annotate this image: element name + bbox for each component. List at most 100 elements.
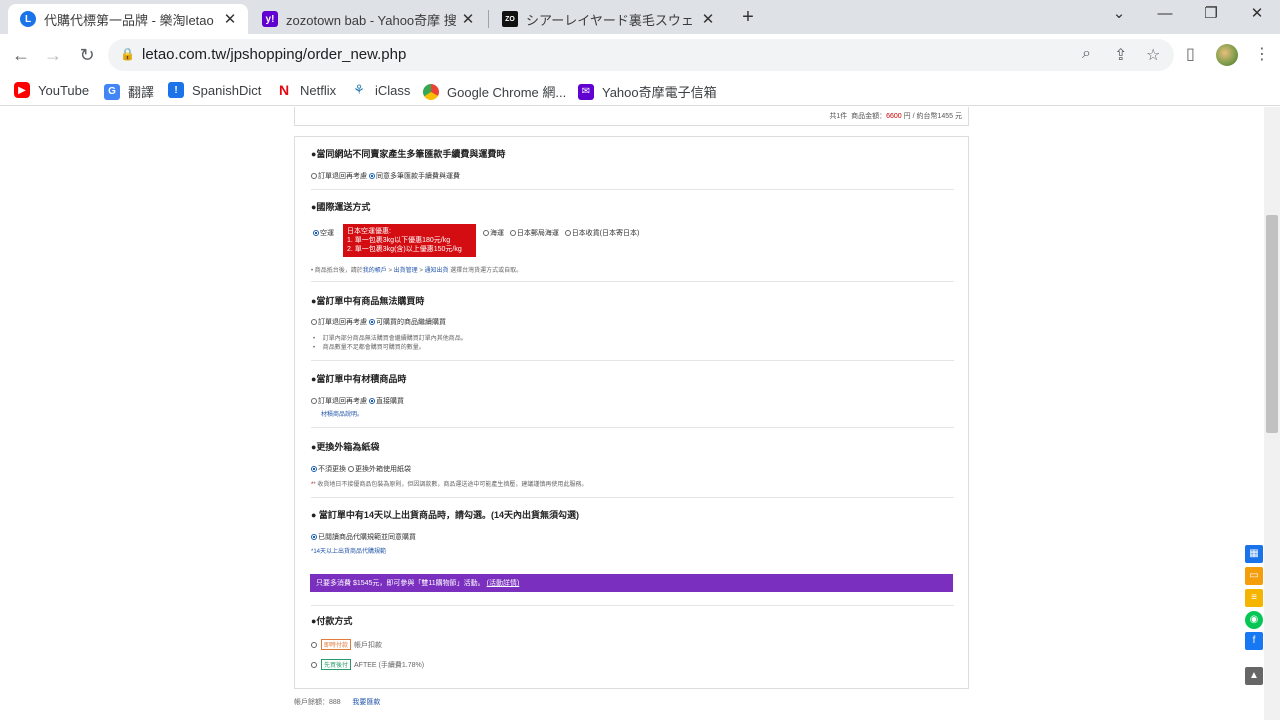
- zoom-icon[interactable]: ⌕: [1082, 45, 1091, 63]
- scroll-top-icon[interactable]: ▲: [1245, 667, 1263, 685]
- shipment-management-link[interactable]: 出貨管理: [394, 268, 418, 274]
- box-radio-bag[interactable]: [347, 466, 354, 473]
- close-window-button[interactable]: ✕: [1234, 0, 1280, 30]
- remit-link[interactable]: 我要匯款: [352, 699, 380, 706]
- line-icon[interactable]: ◉: [1245, 611, 1263, 629]
- bookmark-translate[interactable]: G 翻譯: [104, 82, 154, 101]
- gift-icon[interactable]: ▦: [1245, 545, 1263, 563]
- bulky-info-link[interactable]: 材積商品說明。: [321, 412, 363, 418]
- shipping-radio-sea[interactable]: [483, 230, 489, 237]
- remit-options: 訂單退回再考慮 同意多筆匯款手續費與運費: [311, 171, 460, 181]
- payment-option-aftee[interactable]: 先買後付 AFTEE (手續費1.78%): [311, 659, 424, 670]
- star-icon[interactable]: ☆: [1146, 45, 1160, 65]
- scrollbar[interactable]: [1264, 107, 1280, 720]
- forward-icon[interactable]: →: [40, 42, 66, 68]
- late-policy-link[interactable]: *14天以上出貨商品代購規範: [311, 549, 386, 555]
- shipping-radio-air[interactable]: [313, 230, 319, 237]
- tab-zozo[interactable]: ZO シアーレイヤード裏毛スウェッ ✕: [490, 4, 726, 34]
- minimize-button[interactable]: —: [1142, 0, 1188, 30]
- avatar[interactable]: [1216, 44, 1238, 66]
- shipping-section-title: ●國際運送方式: [311, 202, 371, 212]
- unavailable-radio-continue[interactable]: [368, 319, 375, 326]
- youtube-icon: ▶: [14, 82, 30, 98]
- divider: [311, 427, 954, 428]
- menu-icon[interactable]: ⋮: [1254, 44, 1270, 64]
- close-icon[interactable]: ✕: [696, 10, 720, 28]
- payment-section-title: ●付款方式: [311, 616, 353, 626]
- close-icon[interactable]: ✕: [218, 10, 242, 28]
- lock-icon: 🔒: [120, 47, 135, 61]
- shipping-air-option[interactable]: 空運: [313, 228, 334, 238]
- tab-search-icon[interactable]: ⌄: [1096, 0, 1142, 30]
- instant-pay-badge: 即時付款: [321, 639, 352, 650]
- unavailable-note-2: • 商品數量不足都會購買可購買的數量。: [313, 345, 425, 351]
- divider: [311, 497, 954, 498]
- spanishdict-icon: !: [168, 82, 184, 98]
- late-checkbox-agree[interactable]: [311, 534, 317, 541]
- bookmark-yahoo-mail[interactable]: ✉ Yahoo奇摩電子信箱: [578, 82, 717, 101]
- order-options-panel: ●當同網站不同賣家產生多筆匯款手續費與運費時 訂單退回再考慮 同意多筆匯款手續費…: [294, 136, 969, 689]
- remit-radio-agree[interactable]: [368, 173, 375, 180]
- remit-section-title: ●當同網站不同賣家產生多筆匯款手續費與運費時: [311, 149, 506, 159]
- bulky-radio-return[interactable]: [311, 398, 317, 405]
- order-summary: 共1件 商品金額：6600 円 / 約台幣1455 元: [294, 107, 969, 126]
- box-radio-keep[interactable]: [311, 466, 317, 473]
- late-options: 已閱讀商品代購規範並同意購買: [311, 532, 416, 542]
- my-account-link[interactable]: 我的帳戶: [363, 268, 387, 274]
- restore-button[interactable]: ❐: [1188, 0, 1234, 30]
- sidepanel-icon[interactable]: ▯: [1186, 44, 1195, 64]
- letao-icon: L: [20, 11, 36, 27]
- bookmark-spanishdict[interactable]: ! SpanishDict: [168, 82, 261, 98]
- back-icon[interactable]: ←: [8, 42, 34, 68]
- unavailable-section-title: ●當訂單中有商品無法購買時: [311, 296, 425, 306]
- payment-option-account[interactable]: 即時付款 帳戶扣款: [311, 639, 382, 650]
- iclass-icon: ⚘: [351, 82, 367, 98]
- mail-icon: ✉: [578, 83, 594, 100]
- bookmark-iclass[interactable]: ⚘ iClass: [351, 82, 410, 98]
- bookmarks-bar: ▶ YouTube G 翻譯 ! SpanishDict N Netflix ⚘…: [0, 76, 1280, 106]
- late-note: *14天以上出貨商品代購規範: [311, 546, 386, 555]
- tab-title: zozotown bab - Yahoo奇摩 搜尋: [286, 12, 456, 28]
- shipping-note: • 商品抵台後，請於我的帳戶 > 出貨管理 > 通知出貨 選擇台灣貨運方式或自取…: [311, 268, 523, 274]
- payment-radio-account[interactable]: [311, 642, 317, 649]
- facebook-icon[interactable]: f: [1245, 632, 1263, 650]
- netflix-icon: N: [276, 82, 292, 98]
- promo-banner: 只要多消費 $1545元，即可參與「雙11購物節」活動。 (活動詳情): [310, 574, 953, 592]
- chrome-icon: [423, 83, 439, 100]
- shipping-other-options: 海運 日本郵局海運 日本收貨(日本寄日本): [483, 228, 639, 238]
- tab-title: 代購代標第一品牌 - 樂淘letao -: [44, 12, 218, 28]
- divider: [311, 360, 954, 361]
- scrollbar-thumb[interactable]: [1266, 215, 1278, 433]
- divider: [311, 281, 954, 282]
- bookmark-netflix[interactable]: N Netflix: [276, 82, 336, 98]
- tab-yahoo[interactable]: y! zozotown bab - Yahoo奇摩 搜尋 ✕: [250, 4, 486, 34]
- bulky-radio-buy[interactable]: [368, 398, 375, 405]
- shipping-radio-japan[interactable]: [564, 230, 571, 237]
- reload-icon[interactable]: ↻: [74, 42, 100, 68]
- zozo-icon: ZO: [502, 11, 518, 27]
- bookmark-youtube[interactable]: ▶ YouTube: [14, 82, 89, 98]
- note-icon[interactable]: ≡: [1245, 589, 1263, 607]
- share-icon[interactable]: ⇪: [1114, 45, 1127, 65]
- shipping-radio-ems[interactable]: [509, 230, 516, 237]
- tab-title: シアーレイヤード裏毛スウェッ: [526, 12, 696, 28]
- new-tab-button[interactable]: +: [736, 6, 760, 30]
- unavailable-radio-return[interactable]: [311, 319, 317, 326]
- order-amount: 6600: [886, 113, 902, 120]
- unavailable-options: 訂單退回再考慮 可購買的商品繼續購買: [311, 317, 446, 327]
- chat-icon[interactable]: ▭: [1245, 567, 1263, 585]
- promo-details-link[interactable]: (活動詳情): [487, 580, 520, 587]
- close-icon[interactable]: ✕: [456, 10, 480, 28]
- notify-shipment-link[interactable]: 通知出貨: [425, 268, 449, 274]
- bookmark-chrome[interactable]: Google Chrome 網...: [423, 82, 566, 101]
- remit-radio-return[interactable]: [311, 173, 317, 180]
- address-bar[interactable]: 🔒 letao.com.tw/jpshopping/order_new.php …: [108, 39, 1174, 71]
- bulky-section-title: ●當訂單中有材積商品時: [311, 374, 407, 384]
- box-options: 不須更換 更換外箱使用紙袋: [311, 464, 411, 474]
- yahoo-icon: y!: [262, 11, 278, 27]
- bulky-options: 訂單退回再考慮 直接購買: [311, 396, 404, 406]
- pay-later-badge: 先買後付: [321, 659, 352, 670]
- tab-letao[interactable]: L 代購代標第一品牌 - 樂淘letao - ✕: [8, 4, 248, 34]
- translate-icon: G: [104, 83, 120, 100]
- payment-radio-aftee[interactable]: [311, 662, 317, 669]
